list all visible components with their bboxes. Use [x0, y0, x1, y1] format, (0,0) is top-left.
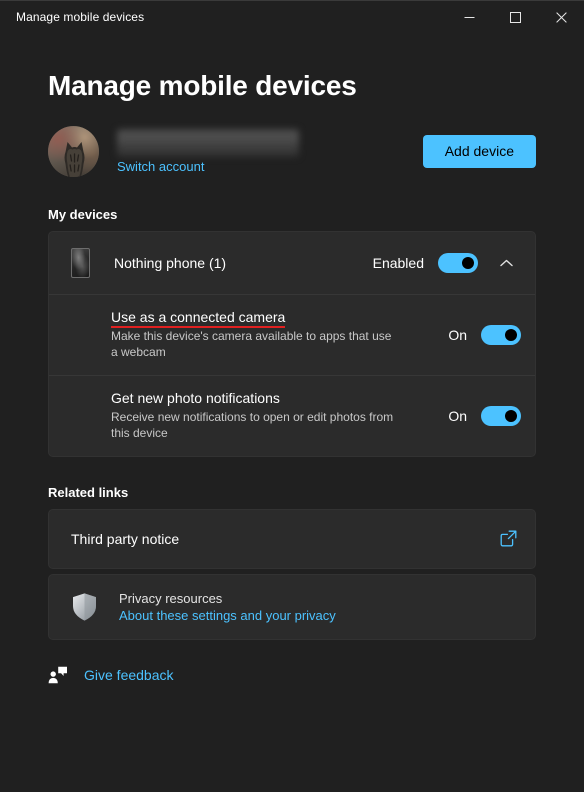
minimize-button[interactable] — [446, 1, 492, 34]
window-controls — [446, 1, 584, 34]
setting-text: Get new photo notifications Receive new … — [71, 390, 401, 442]
give-feedback-row[interactable]: Give feedback — [48, 666, 174, 684]
device-card: Nothing phone (1) Enabled Use as a conne… — [48, 231, 536, 457]
setting-title: Use as a connected camera — [111, 309, 286, 328]
title-bar: Manage mobile devices — [0, 0, 584, 33]
setting-description: Receive new notifications to open or edi… — [111, 409, 394, 440]
device-name: Nothing phone (1) — [114, 255, 227, 271]
setting-text: Use as a connected camera Make this devi… — [71, 309, 401, 361]
setting-row-photo-notifications: Get new photo notifications Receive new … — [49, 374, 535, 456]
privacy-text: Privacy resources About these settings a… — [119, 591, 336, 623]
third-party-notice-label: Third party notice — [71, 530, 180, 547]
third-party-notice-row[interactable]: Third party notice — [49, 510, 535, 568]
device-state-label: Enabled — [372, 255, 424, 271]
shield-icon — [71, 592, 98, 622]
privacy-resources-card: Privacy resources About these settings a… — [48, 573, 536, 640]
account-meta: Switch account — [117, 123, 299, 179]
page-title: Manage mobile devices — [48, 70, 357, 101]
account-name-redacted — [117, 128, 299, 157]
window-title: Manage mobile devices — [16, 10, 145, 24]
minimize-icon — [464, 17, 474, 18]
cat-silhouette-icon — [64, 141, 85, 177]
device-header-row[interactable]: Nothing phone (1) Enabled — [49, 232, 535, 294]
external-link-icon — [500, 530, 517, 547]
my-devices-heading: My devices — [48, 207, 118, 222]
chevron-up-icon — [499, 259, 513, 267]
phone-thumbnail-icon — [71, 248, 90, 278]
connected-camera-toggle[interactable] — [481, 324, 521, 345]
device-enabled-toggle[interactable] — [438, 253, 478, 273]
maximize-button[interactable] — [492, 1, 538, 34]
give-feedback-label: Give feedback — [84, 666, 174, 683]
privacy-settings-link[interactable]: About these settings and your privacy — [119, 608, 336, 623]
maximize-icon — [509, 12, 521, 23]
close-icon — [555, 12, 567, 23]
add-device-button[interactable]: Add device — [422, 134, 536, 168]
setting-description: Make this device's camera available to a… — [111, 329, 392, 359]
page-content: Manage mobile devices Switch account Add… — [0, 33, 584, 792]
setting-state-label: On — [448, 407, 467, 424]
privacy-resources-title: Privacy resources — [119, 590, 223, 606]
setting-state-label: On — [448, 326, 467, 343]
privacy-resources-row: Privacy resources About these settings a… — [49, 575, 535, 639]
device-collapse-button[interactable] — [491, 248, 521, 278]
related-links-heading: Related links — [48, 484, 129, 500]
feedback-person-icon — [48, 666, 68, 684]
photo-notifications-toggle[interactable] — [481, 405, 521, 426]
third-party-notice-card: Third party notice — [48, 508, 536, 569]
setting-row-connected-camera: Use as a connected camera Make this devi… — [49, 294, 535, 375]
setting-title: Get new photo notifications — [111, 389, 280, 406]
account-row: Switch account Add device — [48, 123, 536, 179]
switch-account-link[interactable]: Switch account — [117, 159, 204, 174]
avatar[interactable] — [48, 125, 99, 177]
close-button[interactable] — [538, 1, 584, 34]
